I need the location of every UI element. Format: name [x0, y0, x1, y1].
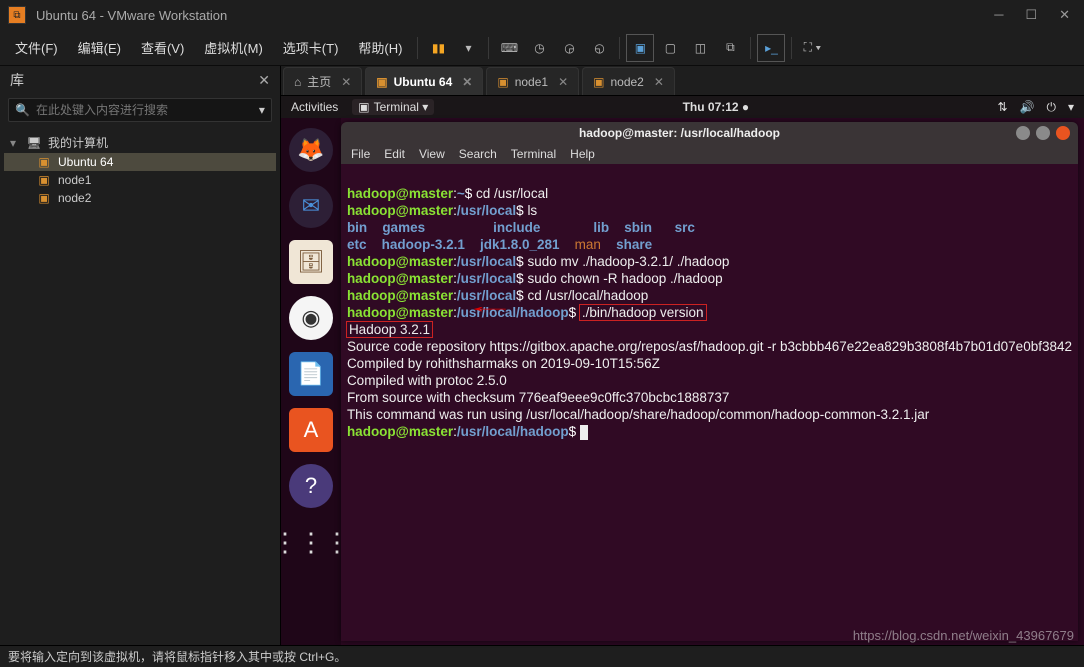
send-keys-icon[interactable]: ⌨ [495, 34, 523, 62]
terminal-close-button[interactable] [1056, 126, 1070, 140]
vm-tabs: ⌂ 主页 ✕ ▣ Ubuntu 64 ✕ ▣ node1 ✕ ▣ node2 ✕ [281, 66, 1084, 96]
library-close-button[interactable]: ✕ [258, 72, 270, 89]
vm-icon: ▣ [376, 75, 387, 89]
dock-thunderbird-icon[interactable]: ✉ [289, 184, 333, 228]
tree-root-label: 我的计算机 [48, 134, 108, 151]
tree-item-label: node1 [58, 173, 91, 187]
snapshot-icon[interactable]: ◷ [525, 34, 553, 62]
tab-home[interactable]: ⌂ 主页 ✕ [283, 67, 362, 95]
annotation-arrow-icon: ← [463, 298, 517, 315]
computer-icon: 🖥 [26, 136, 42, 150]
pause-button[interactable]: ▮▮ [424, 34, 452, 62]
vm-icon: ▣ [36, 191, 52, 205]
library-search-input[interactable] [36, 103, 253, 117]
tree-item-label: node2 [58, 191, 91, 205]
dock-writer-icon[interactable]: 📄 [289, 352, 333, 396]
gnome-top-bar: Activities ▣ Terminal ▾ Thu 07:12 ● ⇅ 🔊 … [281, 96, 1084, 118]
statusbar: 要将输入定向到该虚拟机，请将鼠标指针移入其中或按 Ctrl+G。 [0, 645, 1084, 667]
vm-icon: ▣ [593, 75, 604, 89]
menubar: 文件(F) 编辑(E) 查看(V) 虚拟机(M) 选项卡(T) 帮助(H) ▮▮… [0, 30, 1084, 66]
term-menu-edit[interactable]: Edit [384, 147, 405, 161]
dock-help-icon[interactable]: ? [289, 464, 333, 508]
tree-item-node2[interactable]: ▣ node2 [4, 189, 276, 207]
library-sidebar: 库 ✕ 🔍 ▾ ▾ 🖥 我的计算机 ▣ Ubuntu 64 ▣ node1 ▣ [0, 66, 281, 645]
terminal-menubar: File Edit View Search Terminal Help [341, 144, 1078, 164]
menu-edit[interactable]: 编辑(E) [69, 38, 130, 57]
menu-help[interactable]: 帮助(H) [349, 38, 411, 57]
terminal-icon: ▣ [358, 100, 369, 114]
tree-root[interactable]: ▾ 🖥 我的计算机 [4, 132, 276, 153]
tree-item-label: Ubuntu 64 [58, 155, 113, 169]
view-multi-icon[interactable]: ◫ [686, 34, 714, 62]
gnome-clock[interactable]: Thu 07:12 ● [434, 100, 997, 114]
term-menu-search[interactable]: Search [459, 147, 497, 161]
search-dropdown-icon[interactable]: ▾ [259, 103, 265, 117]
terminal-window: hadoop@master: /usr/local/hadoop File Ed… [341, 122, 1078, 641]
titlebar: ⧉ Ubuntu 64 - VMware Workstation ─ ☐ ✕ [0, 0, 1084, 30]
tab-close-icon[interactable]: ✕ [462, 75, 472, 89]
revert-icon[interactable]: ◵ [585, 34, 613, 62]
dock-apps-icon[interactable]: ⋮⋮⋮ [289, 520, 333, 564]
gnome-activities[interactable]: Activities [291, 100, 338, 114]
minimize-button[interactable]: ─ [994, 7, 1003, 23]
library-title: 库 [10, 70, 24, 90]
caret-down-icon: ▾ [10, 136, 20, 150]
snapshot-manager-icon[interactable]: ◶ [555, 34, 583, 62]
network-icon[interactable]: ⇅ [997, 100, 1007, 114]
dock-firefox-icon[interactable]: 🦊 [289, 128, 333, 172]
ubuntu-dock: 🦊 ✉ 🗄 ◉ 📄 A ? ⋮⋮⋮ [281, 118, 341, 645]
term-menu-help[interactable]: Help [570, 147, 595, 161]
unity-icon[interactable]: ⧉ [716, 34, 744, 62]
dock-rhythmbox-icon[interactable]: ◉ [289, 296, 333, 340]
fullscreen-icon[interactable]: ⛶ ▾ [798, 34, 826, 62]
toolbar-dropdown-icon[interactable]: ▾ [454, 34, 482, 62]
tree-item-ubuntu64[interactable]: ▣ Ubuntu 64 [4, 153, 276, 171]
window-title: Ubuntu 64 - VMware Workstation [36, 8, 994, 23]
menu-tabs[interactable]: 选项卡(T) [274, 38, 348, 57]
vm-icon: ▣ [36, 155, 52, 169]
vm-icon: ▣ [497, 75, 508, 89]
tab-node1[interactable]: ▣ node1 ✕ [486, 67, 579, 95]
term-menu-terminal[interactable]: Terminal [511, 147, 556, 161]
menu-vm[interactable]: 虚拟机(M) [195, 38, 272, 57]
system-menu-dropdown-icon[interactable]: ▾ [1068, 100, 1074, 114]
tab-node2[interactable]: ▣ node2 ✕ [582, 67, 675, 95]
statusbar-text: 要将输入定向到该虚拟机，请将鼠标指针移入其中或按 Ctrl+G。 [8, 648, 346, 665]
terminal-maximize-button[interactable] [1036, 126, 1050, 140]
terminal-title: hadoop@master: /usr/local/hadoop [349, 126, 1010, 140]
menu-view[interactable]: 查看(V) [132, 38, 193, 57]
dock-software-icon[interactable]: A [289, 408, 333, 452]
highlight-command: ./bin/hadoop version [580, 305, 706, 320]
dock-files-icon[interactable]: 🗄 [289, 240, 333, 284]
highlight-output: Hadoop 3.2.1 [347, 322, 432, 337]
view-stretch-icon[interactable]: ▢ [656, 34, 684, 62]
view-fit-icon[interactable]: ▣ [626, 34, 654, 62]
terminal-cursor [580, 425, 588, 440]
term-menu-view[interactable]: View [419, 147, 445, 161]
library-search[interactable]: 🔍 ▾ [8, 98, 272, 122]
terminal-output[interactable]: hadoop@master:~$ cd /usr/local hadoop@ma… [341, 164, 1078, 641]
tree-item-node1[interactable]: ▣ node1 [4, 171, 276, 189]
tab-close-icon[interactable]: ✕ [654, 75, 664, 89]
home-icon: ⌂ [294, 75, 301, 89]
gnome-app-menu[interactable]: ▣ Terminal ▾ [352, 99, 434, 115]
vmware-logo-icon: ⧉ [8, 6, 26, 24]
term-menu-file[interactable]: File [351, 147, 370, 161]
volume-icon[interactable]: 🔊 [1020, 100, 1035, 114]
menu-file[interactable]: 文件(F) [6, 38, 67, 57]
tab-close-icon[interactable]: ✕ [558, 75, 568, 89]
search-icon: 🔍 [15, 103, 30, 117]
vm-icon: ▣ [36, 173, 52, 187]
terminal-minimize-button[interactable] [1016, 126, 1030, 140]
power-icon[interactable]: ⏻ [1046, 100, 1056, 115]
tab-close-icon[interactable]: ✕ [341, 75, 351, 89]
tab-ubuntu64[interactable]: ▣ Ubuntu 64 ✕ [365, 67, 483, 95]
console-icon[interactable]: ▸_ [757, 34, 785, 62]
maximize-button[interactable]: ☐ [1025, 7, 1037, 23]
close-button[interactable]: ✕ [1059, 7, 1070, 23]
